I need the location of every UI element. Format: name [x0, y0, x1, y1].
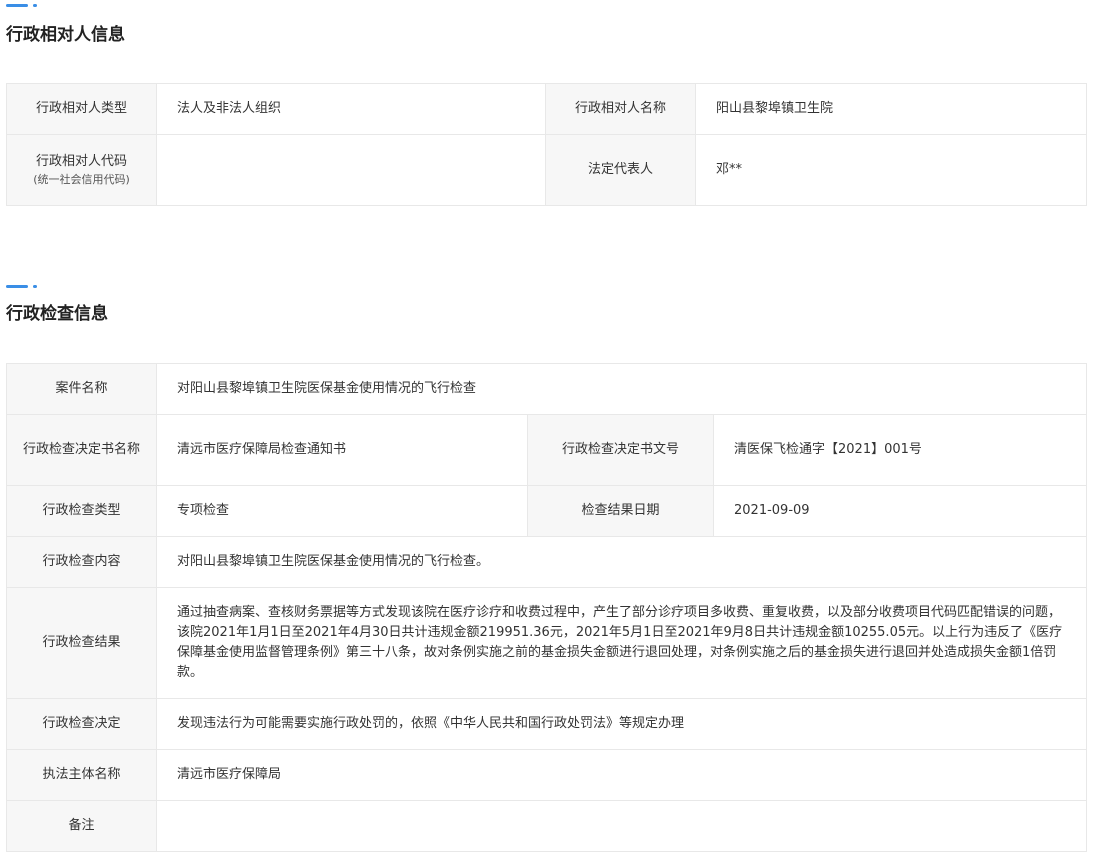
section-title-party: 行政相对人信息 [6, 25, 125, 45]
check-result-label: 行政检查结果 [6, 587, 157, 699]
section-marker [6, 285, 38, 288]
table-row: 备注 [6, 800, 1088, 852]
section-title-inspection: 行政检查信息 [6, 304, 108, 324]
check-type-value: 专项检查 [156, 485, 528, 537]
party-type-value: 法人及非法人组织 [156, 83, 546, 135]
section-marker [6, 4, 38, 7]
party-code-value [156, 134, 546, 206]
remark-label: 备注 [6, 800, 157, 852]
decision-doc-number-label: 行政检查决定书文号 [527, 414, 714, 486]
party-code-sublabel: (统一社会信用代码) [33, 173, 130, 186]
table-row: 行政相对人类型 法人及非法人组织 行政相对人名称 阳山县黎埠镇卫生院 [6, 83, 1087, 135]
table-row: 案件名称 对阳山县黎埠镇卫生院医保基金使用情况的飞行检查 [6, 363, 1088, 415]
section-marker-dot [33, 285, 37, 288]
decision-doc-value: 清远市医疗保障局检查通知书 [156, 414, 528, 486]
party-info-table: 行政相对人类型 法人及非法人组织 行政相对人名称 阳山县黎埠镇卫生院 行政相对人… [6, 83, 1087, 206]
check-result-value: 通过抽查病案、查核财务票据等方式发现该院在医疗诊疗和收费过程中，产生了部分诊疗项… [155, 587, 1088, 699]
check-type-label: 行政检查类型 [6, 485, 157, 537]
party-code-label: 行政相对人代码 [35, 154, 127, 169]
inspection-info-table: 案件名称 对阳山县黎埠镇卫生院医保基金使用情况的飞行检查 行政检查决定书名称 清… [6, 363, 1088, 852]
table-row: 行政检查内容 对阳山县黎埠镇卫生院医保基金使用情况的飞行检查。 [6, 536, 1088, 588]
party-type-label: 行政相对人类型 [6, 83, 157, 135]
party-code-label-cell: 行政相对人代码 (统一社会信用代码) [6, 134, 157, 206]
enforcer-label: 执法主体名称 [6, 749, 157, 801]
enforcer-value: 清远市医疗保障局 [155, 749, 1088, 801]
result-date-label: 检查结果日期 [527, 485, 714, 537]
case-name-label: 案件名称 [6, 363, 157, 415]
section-marker-dot [33, 4, 37, 7]
decision-doc-number-value: 清医保飞检通字【2021】001号 [712, 414, 1088, 486]
table-row: 执法主体名称 清远市医疗保障局 [6, 749, 1088, 801]
section-marker-bar [6, 285, 28, 288]
remark-value [155, 800, 1088, 852]
section-marker-bar [6, 4, 28, 7]
check-content-label: 行政检查内容 [6, 536, 157, 588]
check-decision-value: 发现违法行为可能需要实施行政处罚的，依照《中华人民共和国行政处罚法》等规定办理 [155, 698, 1088, 750]
table-row: 行政相对人代码 (统一社会信用代码) 法定代表人 邓** [6, 134, 1087, 206]
table-row: 行政检查决定 发现违法行为可能需要实施行政处罚的，依照《中华人民共和国行政处罚法… [6, 698, 1088, 750]
check-content-value: 对阳山县黎埠镇卫生院医保基金使用情况的飞行检查。 [155, 536, 1088, 588]
table-row: 行政检查决定书名称 清远市医疗保障局检查通知书 行政检查决定书文号 清医保飞检通… [6, 414, 1088, 486]
legal-rep-label: 法定代表人 [545, 134, 696, 206]
case-name-value: 对阳山县黎埠镇卫生院医保基金使用情况的飞行检查 [155, 363, 1088, 415]
table-row: 行政检查类型 专项检查 检查结果日期 2021-09-09 [6, 485, 1088, 537]
check-decision-label: 行政检查决定 [6, 698, 157, 750]
party-name-value: 阳山县黎埠镇卫生院 [695, 83, 1087, 135]
party-name-label: 行政相对人名称 [545, 83, 696, 135]
table-row: 行政检查结果 通过抽查病案、查核财务票据等方式发现该院在医疗诊疗和收费过程中，产… [6, 587, 1088, 699]
legal-rep-value: 邓** [695, 134, 1087, 206]
decision-doc-label: 行政检查决定书名称 [6, 414, 157, 486]
result-date-value: 2021-09-09 [712, 485, 1088, 537]
